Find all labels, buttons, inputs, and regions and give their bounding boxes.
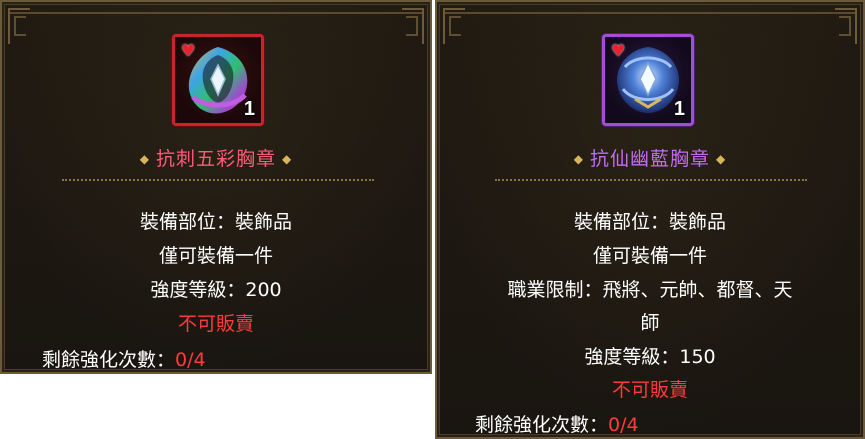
enhance-remaining-row: 剩餘強化次數：0/4 xyxy=(475,410,639,437)
strength-level-text: 強度等級：150 xyxy=(584,346,716,368)
enhance-remaining-value: 0/4 xyxy=(175,349,206,371)
diamond-icon: ◆ xyxy=(716,152,727,166)
diamond-icon: ◆ xyxy=(139,152,150,166)
enhance-remaining-row: 剩餘強化次數：0/4 xyxy=(42,345,206,372)
diamond-icon: ◆ xyxy=(282,152,293,166)
item-tooltip-right: ♥ 1 ◆ 抗仙幽藍胸章 ◆ 裝備部位：裝飾品 僅可裝備一件 職業限制：飛將、元帥、… xyxy=(435,0,865,439)
item-name: 抗刺五彩胸章 xyxy=(155,148,276,170)
item-name-row: ◆ 抗仙幽藍胸章 ◆ xyxy=(437,144,863,171)
ornament-corner-icon xyxy=(839,16,851,36)
class-restriction-text-cont: 師 xyxy=(640,312,660,334)
item-quantity: 1 xyxy=(673,98,685,120)
enhance-remaining-label: 剩餘強化次數： xyxy=(475,414,609,436)
item-icon-slot[interactable]: ♥ 1 xyxy=(602,34,694,126)
equip-slot-text: 裝備部位：裝飾品 xyxy=(573,211,726,233)
ornament-corner-icon xyxy=(14,16,26,36)
frame-divider xyxy=(445,12,855,14)
heart-icon: ♥ xyxy=(181,41,196,60)
equip-limit-text: 僅可裝備一件 xyxy=(592,245,707,267)
equip-slot-text: 裝備部位：裝飾品 xyxy=(139,211,292,233)
item-quantity: 1 xyxy=(243,98,255,120)
enhance-remaining-value: 0/4 xyxy=(608,414,639,436)
dotted-divider xyxy=(62,179,374,181)
diamond-icon: ◆ xyxy=(573,152,584,166)
not-sellable-text: 不可販賣 xyxy=(177,313,254,335)
class-restriction-text: 職業限制：飛將、元帥、都督、天 xyxy=(507,279,793,301)
ornament-corner-icon xyxy=(406,16,418,36)
item-icon-slot[interactable]: ♥ 1 xyxy=(172,34,264,126)
item-name-row: ◆ 抗刺五彩胸章 ◆ xyxy=(2,144,430,171)
enhance-remaining-label: 剩餘強化次數： xyxy=(42,349,176,371)
not-sellable-text: 不可販賣 xyxy=(611,379,688,401)
item-tooltip-left: ♥ 1 ◆ 抗刺五彩胸章 ◆ 裝備部位：裝飾品 僅可裝備一件 強度等級：200 不可… xyxy=(0,0,432,374)
equip-limit-text: 僅可裝備一件 xyxy=(158,245,273,267)
strength-level-text: 強度等級：200 xyxy=(150,279,282,301)
frame-divider xyxy=(10,12,422,14)
heart-icon: ♥ xyxy=(611,41,626,60)
ornament-corner-icon xyxy=(449,16,461,36)
item-name: 抗仙幽藍胸章 xyxy=(589,148,710,170)
dotted-divider xyxy=(495,179,807,181)
